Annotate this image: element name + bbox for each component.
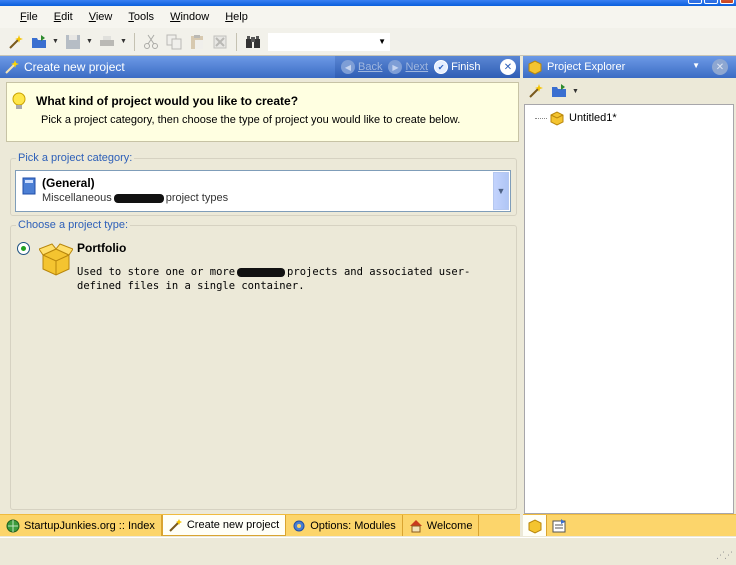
tree-item[interactable]: Untitled1*: [535, 110, 617, 126]
tab-properties[interactable]: [547, 515, 571, 536]
status-bar: ⋰⋰: [0, 537, 736, 565]
menu-window[interactable]: Window: [162, 11, 217, 23]
new-wand-icon[interactable]: [526, 81, 546, 101]
menu-tools[interactable]: Tools: [120, 11, 162, 23]
gear-icon: [293, 520, 305, 531]
tree-item-label: Untitled1*: [569, 112, 617, 124]
next-label: Next: [405, 61, 429, 73]
save-disk-icon[interactable]: [63, 32, 83, 52]
print-icon[interactable]: [97, 32, 117, 52]
menu-edit[interactable]: Edit: [46, 11, 81, 23]
resize-grip-icon[interactable]: ⋰⋰: [716, 550, 733, 561]
wizard-title: Create new project: [24, 60, 125, 74]
main-toolbar: ▼ ▼ ▼ ▼: [0, 28, 736, 56]
tab-label: StartupJunkies.org :: Index: [24, 519, 155, 532]
next-arrow-icon: ▶: [388, 60, 403, 74]
wizard-question: What kind of project would you like to c…: [36, 94, 299, 108]
tab-label: Options: Modules: [310, 519, 396, 532]
category-select[interactable]: (General) Miscellaneous project types ▼: [15, 170, 511, 212]
project-tree: Untitled1*: [524, 104, 734, 514]
home-icon: [409, 519, 422, 532]
menu-help[interactable]: Help: [217, 11, 256, 23]
box-icon: [550, 111, 564, 126]
box-icon: [528, 60, 542, 75]
finish-label: Finish: [451, 61, 481, 73]
wizard-nav: ◀ Back ▶ Next ✔ Finish ✕: [335, 56, 520, 78]
tab-welcome[interactable]: Welcome: [403, 515, 480, 536]
tree-connector: [535, 117, 547, 119]
close-explorer-button[interactable]: ✕: [712, 59, 728, 75]
menu-view[interactable]: View: [81, 11, 121, 23]
find-binoculars-icon[interactable]: [243, 32, 263, 52]
book-icon: [22, 177, 36, 195]
delete-icon[interactable]: [210, 32, 230, 52]
wizard-body: What kind of project would you like to c…: [0, 78, 520, 514]
open-folder-icon[interactable]: [29, 32, 49, 52]
wizard-header: Create new project ◀ Back ▶ Next ✔ Finis…: [0, 56, 520, 78]
explorer-menu-arrow-icon[interactable]: ▼: [692, 61, 700, 70]
tab-label: Create new project: [186, 519, 280, 531]
print-dropdown-arrow-icon[interactable]: ▼: [120, 38, 128, 45]
category-description: Miscellaneous project types: [42, 192, 229, 204]
open-dropdown-arrow-icon[interactable]: ▼: [572, 88, 580, 95]
redaction-scribble: [113, 193, 164, 203]
explorer-tabs: [523, 514, 736, 536]
project-type-name: Portfolio: [77, 241, 127, 255]
chevron-down-icon: ▼: [496, 186, 506, 196]
wand-icon: [169, 519, 182, 532]
maximize-button[interactable]: [704, 0, 718, 4]
minimize-button[interactable]: [688, 0, 702, 4]
finish-button[interactable]: ✔ Finish: [434, 60, 480, 74]
paste-clipboard-icon[interactable]: [187, 32, 207, 52]
open-folder-icon[interactable]: [549, 81, 569, 101]
category-dropdown-button[interactable]: ▼: [493, 172, 509, 210]
redaction-scribble: [237, 267, 286, 277]
open-box-icon: [39, 243, 73, 276]
tab-label: Welcome: [426, 519, 473, 532]
properties-icon: [552, 518, 566, 532]
back-button[interactable]: ◀ Back: [341, 60, 382, 74]
search-combo[interactable]: ▼: [268, 32, 390, 51]
window-close-button[interactable]: [720, 0, 734, 4]
category-group-label: Pick a project category:: [16, 152, 135, 164]
category-name: (General): [42, 176, 95, 190]
tab-startupjunkies[interactable]: StartupJunkies.org :: Index: [0, 515, 162, 536]
tab-create-new-project[interactable]: Create new project: [161, 515, 287, 536]
checkmark-icon: ✔: [434, 60, 449, 74]
type-radio[interactable]: [17, 242, 30, 255]
document-tabs: StartupJunkies.org :: Index Create new p…: [0, 514, 520, 536]
open-dropdown-arrow-icon[interactable]: ▼: [52, 38, 60, 45]
tab-project-explorer[interactable]: [523, 515, 547, 536]
globe-icon: [6, 519, 20, 532]
toolbar-separator: [236, 32, 237, 51]
menu-bar: File Edit View Tools Window Help: [0, 6, 736, 28]
explorer-header: Project Explorer ▼ ✕: [523, 56, 736, 78]
box-icon: [528, 518, 541, 534]
wand-icon: [5, 60, 19, 74]
next-button[interactable]: ▶ Next: [388, 60, 428, 74]
type-group-label: Choose a project type:: [16, 219, 131, 231]
toolbar-separator: [134, 32, 135, 51]
explorer-body: ▼ Untitled1*: [523, 78, 736, 514]
menu-file[interactable]: File: [12, 11, 46, 23]
close-wizard-button[interactable]: ✕: [500, 59, 516, 75]
explorer-toolbar: ▼: [523, 78, 736, 104]
explorer-title: Project Explorer: [547, 61, 626, 73]
save-dropdown-arrow-icon[interactable]: ▼: [86, 38, 94, 45]
copy-icon[interactable]: [164, 32, 184, 52]
wizard-hint: Pick a project category, then choose the…: [41, 114, 461, 126]
new-wand-icon[interactable]: [6, 32, 26, 52]
combo-dropdown-arrow-icon[interactable]: ▼: [378, 37, 386, 46]
lightbulb-icon: [12, 92, 26, 109]
tab-options-modules[interactable]: Options: Modules: [286, 515, 403, 536]
cut-scissors-icon[interactable]: [141, 32, 161, 52]
project-type-description: Used to store one or more projects and as…: [77, 266, 471, 292]
project-type-item[interactable]: Portfolio Used to store one or more proje…: [17, 241, 512, 301]
back-label: Back: [358, 61, 383, 73]
info-panel: What kind of project would you like to c…: [6, 82, 519, 142]
back-arrow-icon: ◀: [341, 60, 355, 74]
